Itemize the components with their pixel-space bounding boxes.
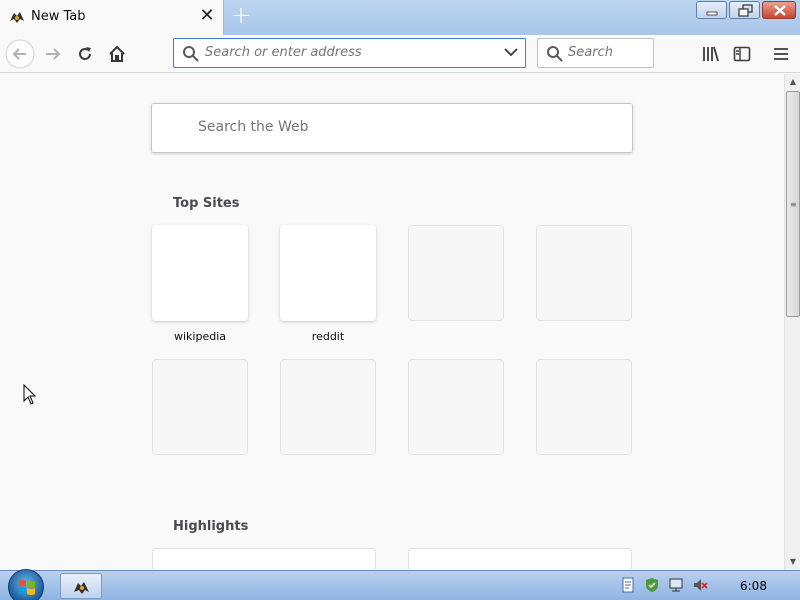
url-input[interactable] [205, 45, 495, 60]
highlights-title: Highlights [173, 519, 249, 534]
grip-icon: ≡ [790, 200, 797, 209]
vertical-scrollbar[interactable]: ▲ ≡ ▼ [784, 74, 800, 570]
firefox-favicon-icon [10, 12, 24, 23]
tab-title: New Tab [31, 9, 86, 24]
minimize-button[interactable] [696, 1, 727, 19]
firefox-icon [74, 582, 89, 594]
menu-button[interactable] [766, 39, 796, 69]
navigation-toolbar [0, 35, 800, 73]
tab-new-tab[interactable]: New Tab ✕ [0, 0, 224, 36]
notes-icon[interactable] [620, 577, 636, 593]
top-site-tile[interactable] [152, 225, 248, 321]
reload-button[interactable] [70, 39, 100, 69]
new-tab-page: Top Sites wikipedia reddit Highlights [0, 74, 784, 570]
empty-site-tile [408, 225, 504, 321]
windows-logo-icon [19, 580, 35, 595]
restore-icon [738, 4, 753, 17]
search-input[interactable] [568, 45, 650, 60]
close-window-button[interactable] [762, 1, 796, 19]
window-controls [696, 1, 796, 19]
highlight-card[interactable] [408, 548, 632, 570]
forward-icon [46, 48, 61, 60]
scroll-down-icon[interactable]: ▼ [788, 557, 798, 567]
empty-site-tile [536, 359, 632, 455]
security-shield-icon[interactable] [644, 577, 660, 593]
empty-site-tile [536, 225, 632, 321]
sidebar-button[interactable] [727, 39, 757, 69]
search-icon [547, 46, 563, 62]
sidebar-icon [733, 46, 751, 62]
home-button[interactable] [102, 39, 132, 69]
top-sites-title: Top Sites [173, 196, 240, 211]
system-tray [620, 577, 708, 593]
home-icon [109, 45, 125, 62]
tab-strip: New Tab ✕ + [0, 0, 800, 36]
menu-icon [774, 48, 788, 60]
url-bar[interactable] [173, 38, 526, 68]
back-icon [5, 39, 35, 69]
forward-button[interactable] [38, 39, 68, 69]
new-tab-icon[interactable]: + [229, 3, 253, 28]
empty-site-tile [408, 359, 504, 455]
highlight-card[interactable] [152, 548, 376, 570]
close-tab-icon[interactable]: ✕ [198, 7, 216, 25]
minimize-icon [706, 11, 718, 16]
back-button[interactable] [5, 39, 35, 69]
scrollbar-thumb[interactable]: ≡ [786, 91, 800, 317]
chevron-down-icon[interactable] [504, 47, 518, 57]
close-icon [774, 5, 786, 16]
scroll-up-icon[interactable]: ▲ [788, 77, 798, 87]
search-bar[interactable] [537, 38, 654, 68]
empty-site-tile [280, 359, 376, 455]
taskbar-firefox-item[interactable] [60, 573, 102, 599]
restore-button[interactable] [729, 1, 760, 19]
empty-site-tile [152, 359, 248, 455]
start-button[interactable] [8, 569, 44, 600]
library-icon [703, 46, 719, 62]
taskbar-clock[interactable]: 6:08 [740, 579, 767, 593]
reload-icon [79, 47, 91, 60]
top-site-label[interactable]: reddit [280, 330, 376, 343]
network-icon[interactable] [668, 577, 684, 593]
web-search-box[interactable] [151, 103, 633, 153]
windows-taskbar: 6:08 [0, 569, 800, 600]
volume-muted-icon[interactable] [692, 577, 708, 593]
top-site-tile[interactable] [280, 225, 376, 321]
library-button[interactable] [696, 39, 726, 69]
top-site-label[interactable]: wikipedia [152, 330, 248, 343]
mouse-cursor-icon [23, 384, 37, 405]
search-icon [183, 46, 199, 62]
web-search-input[interactable] [198, 119, 598, 135]
